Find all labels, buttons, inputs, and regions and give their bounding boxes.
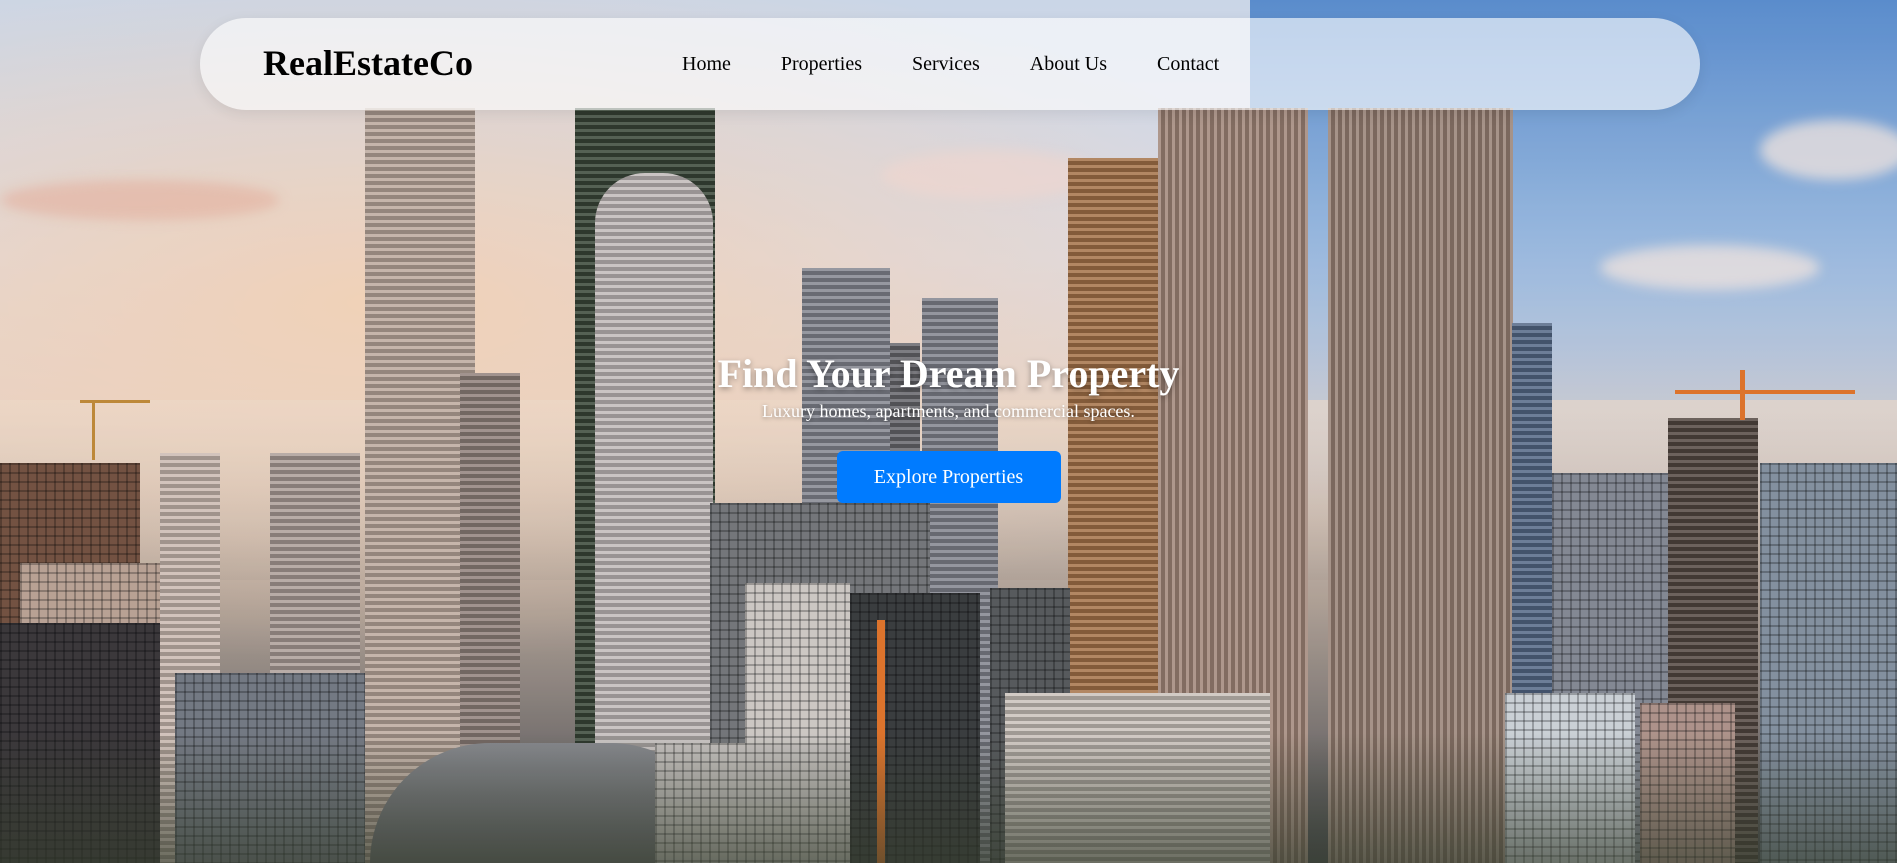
hero-subtitle: Luxury homes, apartments, and commercial… xyxy=(762,401,1135,421)
hero-content: Find Your Dream Property Luxury homes, a… xyxy=(0,350,1897,504)
nav-link-properties[interactable]: Properties xyxy=(781,53,862,76)
navbar: RealEstateCo Home Properties Services Ab… xyxy=(200,18,1700,110)
nav-link-services[interactable]: Services xyxy=(912,53,980,76)
nav-link-home[interactable]: Home xyxy=(682,53,731,76)
nav-links: Home Properties Services About Us Contac… xyxy=(682,18,1269,110)
explore-properties-button[interactable]: Explore Properties xyxy=(836,451,1061,504)
nav-link-about-us[interactable]: About Us xyxy=(1030,53,1107,76)
nav-link-contact[interactable]: Contact xyxy=(1157,53,1219,76)
hero-title: Find Your Dream Property xyxy=(717,351,1180,396)
hero-section: RealEstateCo Home Properties Services Ab… xyxy=(0,0,1897,863)
brand-logo-link[interactable]: RealEstateCo xyxy=(263,40,473,87)
